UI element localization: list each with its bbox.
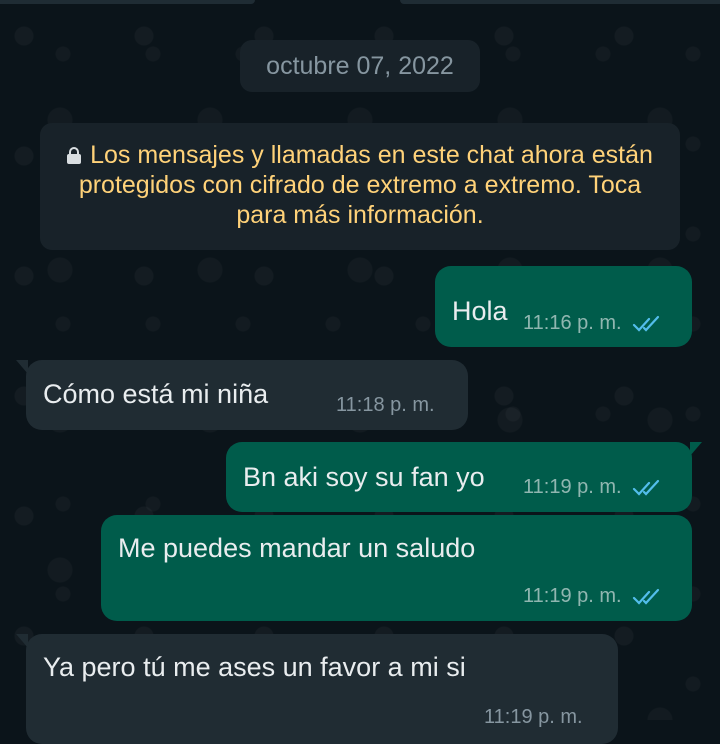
message-meta: 11:19 p. m. — [523, 585, 664, 608]
date-divider-label: octubre 07, 2022 — [266, 51, 454, 80]
message-time: 11:16 p. m. — [523, 312, 622, 334]
message-time: 11:19 p. m. — [484, 706, 583, 728]
message-meta: 11:16 p. m. — [523, 312, 664, 335]
read-ticks-icon — [632, 479, 659, 496]
message-time: 11:19 p. m. — [523, 476, 622, 498]
message-bubble-outgoing[interactable]: Me puedes mandar un saludo 11:19 p. m. — [101, 515, 692, 621]
message-time: 11:19 p. m. — [523, 585, 622, 607]
message-text: Ya pero tú me ases un favor a mi si — [43, 652, 466, 682]
previous-content-edge — [0, 0, 720, 6]
lock-icon — [67, 147, 82, 164]
read-ticks-icon — [632, 315, 659, 332]
read-ticks-icon — [632, 588, 659, 605]
message-meta: 11:19 p. m. — [523, 476, 664, 499]
message-text: Bn aki soy su fan yo — [243, 462, 485, 492]
message-bubble-outgoing[interactable]: Bn aki soy su fan yo 11:19 p. m. — [226, 442, 702, 512]
message-meta: 11:18 p. m. — [336, 394, 435, 417]
encryption-notice[interactable]: Los mensajes y llamadas en este chat aho… — [40, 123, 680, 250]
message-bubble-incoming[interactable]: Cómo está mi niña 11:18 p. m. — [16, 360, 468, 430]
message-bubble-outgoing[interactable]: Hola 11:16 p. m. — [435, 266, 692, 347]
date-divider: octubre 07, 2022 — [240, 40, 480, 92]
message-bubble-incoming[interactable]: Ya pero tú me ases un favor a mi si 11:1… — [16, 634, 618, 744]
message-time: 11:18 p. m. — [336, 394, 435, 416]
message-text: Hola — [452, 296, 508, 326]
message-text: Me puedes mandar un saludo — [118, 533, 476, 563]
encryption-notice-text: Los mensajes y llamadas en este chat aho… — [78, 141, 653, 229]
message-meta: 11:19 p. m. — [484, 706, 583, 729]
message-text: Cómo está mi niña — [43, 379, 269, 409]
